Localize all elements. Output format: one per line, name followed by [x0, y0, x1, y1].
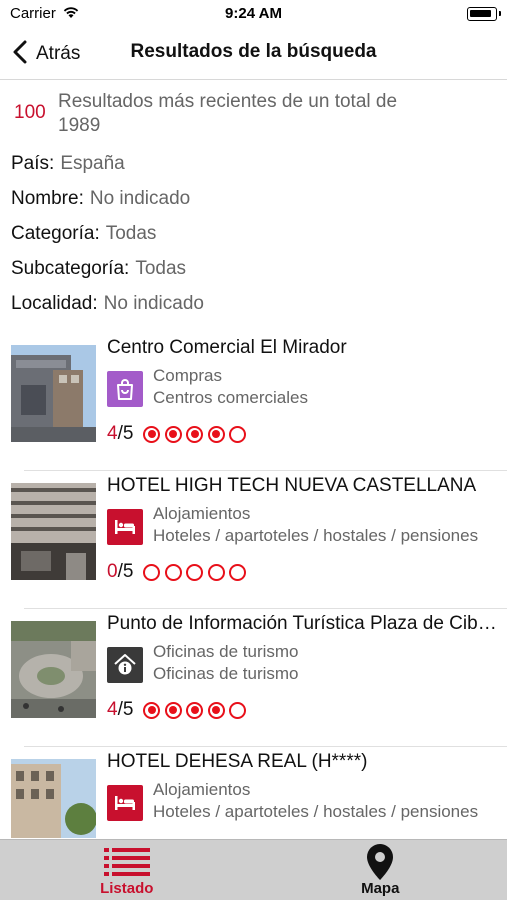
filter-label: Categoría: — [11, 223, 100, 244]
result-category: Alojamientos — [153, 780, 251, 799]
filter-value: Todas — [105, 223, 157, 244]
list-item[interactable]: HOTEL DEHESA REAL (H****) Alojamientos H… — [0, 747, 507, 838]
result-thumbnail — [11, 345, 96, 442]
result-title: Punto de Información Turística Plaza de … — [107, 613, 497, 634]
rating-dot — [143, 425, 161, 443]
rating-max: /5 — [117, 423, 134, 444]
rating-dot — [229, 563, 247, 581]
filter-value: España — [60, 153, 125, 174]
list-item[interactable]: Centro Comercial El Mirador Compras Cent… — [0, 333, 507, 471]
rating-dot — [229, 701, 247, 719]
battery-icon — [467, 7, 501, 21]
list-item[interactable]: Punto de Información Turística Plaza de … — [0, 609, 507, 747]
status-bar: Carrier 9:24 AM — [0, 0, 507, 28]
list-icon — [103, 846, 150, 881]
result-thumbnail — [11, 483, 96, 580]
clock: 9:24 AM — [225, 5, 282, 22]
filter-label: Nombre: — [11, 188, 84, 209]
filter-value: No indicado — [103, 293, 204, 314]
result-category: Compras — [153, 366, 222, 385]
result-title: HOTEL DEHESA REAL (H****) — [107, 751, 368, 772]
filter-value: No indicado — [89, 188, 191, 209]
results-summary-text: Resultados más recientes de un total de … — [58, 91, 398, 136]
info-house-icon — [107, 647, 143, 683]
result-subcategory: Hoteles / apartoteles / hostales / pensi… — [153, 526, 479, 545]
rating-dot — [207, 701, 225, 719]
bed-icon — [107, 785, 143, 821]
rating-score: 4 — [107, 423, 118, 444]
navigation-bar: Atrás Resultados de la búsqueda — [0, 28, 507, 80]
result-title: HOTEL HIGH TECH NUEVA CASTELLANA — [107, 475, 477, 496]
bed-icon — [107, 509, 143, 545]
tab-mapa[interactable]: Mapa — [254, 840, 507, 900]
result-thumbnail — [11, 759, 96, 838]
results-count: 100 — [14, 102, 46, 123]
tab-listado[interactable]: Listado — [0, 840, 254, 900]
filter-label: País: — [11, 153, 55, 174]
results-summary: 100 Resultados más recientes de un total… — [14, 90, 494, 138]
rating-dot — [164, 563, 182, 581]
filter-locality: Localidad: No indicado — [11, 290, 501, 325]
list-item[interactable]: HOTEL HIGH TECH NUEVA CASTELLANA Alojami… — [0, 471, 507, 609]
rating-dot — [207, 425, 225, 443]
page-title: Resultados de la búsqueda — [130, 41, 377, 62]
result-title: Centro Comercial El Mirador — [107, 337, 347, 358]
rating-dot — [186, 701, 204, 719]
rating-score: 4 — [107, 699, 118, 720]
shopping-bag-icon — [107, 371, 143, 407]
filter-value: Todas — [135, 258, 187, 279]
tab-label: Listado — [100, 880, 154, 897]
result-thumbnail — [11, 621, 96, 718]
result-subcategory: Hoteles / apartoteles / hostales / pensi… — [153, 802, 479, 821]
rating-max: /5 — [117, 561, 134, 582]
rating-dot — [164, 425, 182, 443]
tab-bar: Listado Mapa — [0, 839, 507, 900]
filter-label: Subcategoría: — [11, 258, 130, 279]
rating-dot — [207, 563, 225, 581]
tab-label: Mapa — [361, 880, 400, 897]
rating: 0/5 — [107, 561, 251, 583]
filter-name: Nombre: No indicado — [11, 185, 501, 220]
rating: 4/5 — [107, 699, 251, 721]
rating-dot — [186, 425, 204, 443]
rating-dot — [186, 563, 204, 581]
result-category: Alojamientos — [153, 504, 251, 523]
rating-dot — [143, 563, 161, 581]
rating-score: 0 — [107, 561, 118, 582]
result-category: Oficinas de turismo — [153, 642, 299, 661]
filter-label: Localidad: — [11, 293, 98, 314]
filter-country: País: España — [11, 150, 501, 185]
rating-max: /5 — [117, 699, 134, 720]
search-filters: País: España Nombre: No indicado Categoría… — [11, 150, 501, 325]
rating-dot — [229, 425, 247, 443]
filter-subcategory: Subcategoría: Todas — [11, 255, 501, 290]
rating: 4/5 — [107, 423, 251, 445]
rating-dot — [164, 701, 182, 719]
rating-dot — [143, 701, 161, 719]
results-list[interactable]: Centro Comercial El Mirador Compras Cent… — [0, 333, 507, 838]
filter-category: Categoría: Todas — [11, 220, 501, 255]
result-subcategory: Centros comerciales — [153, 388, 308, 407]
result-subcategory: Oficinas de turismo — [153, 664, 299, 683]
